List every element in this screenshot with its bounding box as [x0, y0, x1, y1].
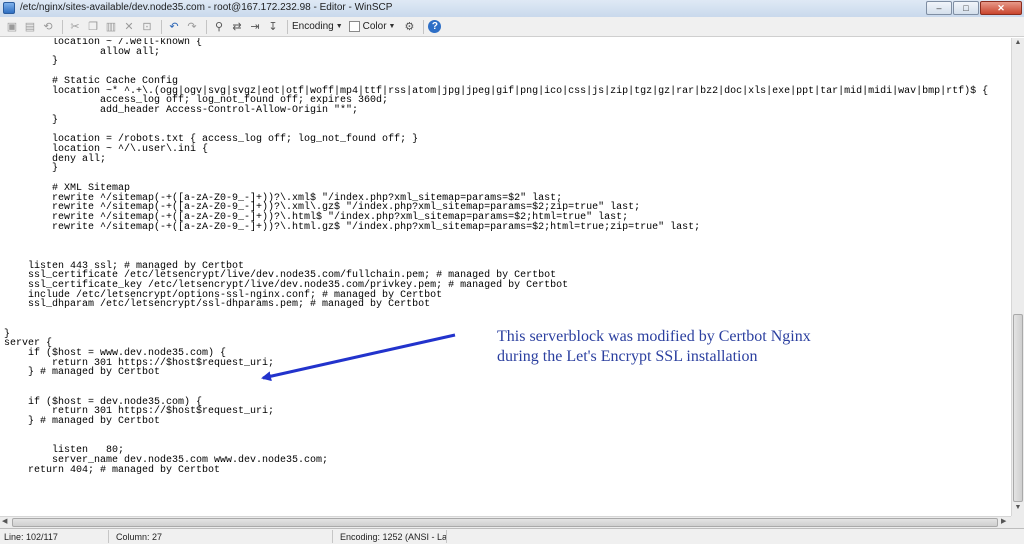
toolbar-separator	[206, 19, 207, 34]
cut-icon[interactable]: ✂	[67, 19, 83, 35]
status-separator	[108, 530, 109, 543]
horizontal-scrollbar[interactable]: ◀ ▶	[0, 516, 1011, 528]
scroll-up-icon[interactable]: ▲	[1014, 39, 1022, 46]
scroll-left-icon[interactable]: ◀	[2, 517, 7, 525]
status-line: Line: 102/117	[4, 532, 58, 542]
reload-icon[interactable]: ⟲	[40, 19, 56, 35]
annotation-note: This serverblock was modified by Certbot…	[497, 327, 811, 367]
delete-icon[interactable]: ✕	[121, 19, 137, 35]
minimize-button[interactable]: –	[926, 1, 952, 15]
copy-icon[interactable]: ❐	[85, 19, 101, 35]
status-separator	[332, 530, 333, 543]
vertical-scrollbar[interactable]: ▲ ▼	[1011, 38, 1024, 516]
toolbar-separator	[423, 19, 425, 34]
chevron-down-icon[interactable]: ▼	[389, 23, 396, 30]
replace-icon[interactable]: ⇄	[229, 19, 245, 35]
editor-text-area[interactable]: location ~ /.well-known { allow all; } #…	[0, 38, 1011, 516]
annotation-line-1: This serverblock was modified by Certbot…	[497, 328, 811, 345]
editor-toolbar: ▣ ▤ ⟲ ✂ ❐ ▥ ✕ ⊡ ↶ ↷ ⚲ ⇄ ⇥ ↧ Encoding ▼ C…	[0, 17, 1024, 37]
annotation-line-2: during the Let's Encrypt SSL installatio…	[497, 348, 758, 365]
toolbar-separator	[62, 19, 63, 34]
scrollbar-corner	[1011, 516, 1024, 528]
status-separator	[446, 530, 447, 543]
color-menu[interactable]: Color	[363, 21, 387, 32]
close-button[interactable]: ✕	[980, 1, 1022, 15]
encoding-menu[interactable]: Encoding	[292, 21, 334, 32]
code-content[interactable]: location ~ /.well-known { allow all; } #…	[4, 38, 988, 516]
save-all-icon[interactable]: ▤	[22, 19, 38, 35]
color-checkbox[interactable]	[348, 21, 360, 32]
goto-line-icon[interactable]: ↧	[265, 19, 281, 35]
undo-icon[interactable]: ↶	[166, 19, 182, 35]
window-title: /etc/nginx/sites-available/dev.node35.co…	[20, 2, 393, 13]
paste-icon[interactable]: ▥	[103, 19, 119, 35]
horizontal-scroll-thumb[interactable]	[12, 518, 998, 527]
winscp-app-icon	[3, 2, 15, 14]
toolbar-separator	[287, 19, 288, 34]
vertical-scroll-thumb[interactable]	[1013, 314, 1023, 502]
save-icon[interactable]: ▣	[4, 19, 20, 35]
window-controls: – □ ✕	[925, 1, 1022, 16]
find-next-icon[interactable]: ⇥	[247, 19, 263, 35]
scroll-right-icon[interactable]: ▶	[1001, 517, 1006, 525]
title-bar: /etc/nginx/sites-available/dev.node35.co…	[0, 0, 1024, 18]
status-column: Column: 27	[116, 532, 163, 542]
select-all-icon[interactable]: ⊡	[139, 19, 155, 35]
status-bar: Line: 102/117 Column: 27 Encoding: 1252 …	[0, 528, 1024, 544]
scroll-down-icon[interactable]: ▼	[1014, 504, 1022, 511]
toolbar-separator	[161, 19, 162, 34]
redo-icon[interactable]: ↷	[184, 19, 200, 35]
gear-icon[interactable]: ⚙	[401, 19, 417, 35]
chevron-down-icon[interactable]: ▼	[336, 23, 343, 30]
maximize-button[interactable]: □	[953, 1, 979, 15]
status-encoding: Encoding: 1252 (ANSI - La	[340, 532, 448, 542]
help-icon[interactable]: ?	[428, 20, 442, 33]
find-icon[interactable]: ⚲	[211, 19, 227, 35]
